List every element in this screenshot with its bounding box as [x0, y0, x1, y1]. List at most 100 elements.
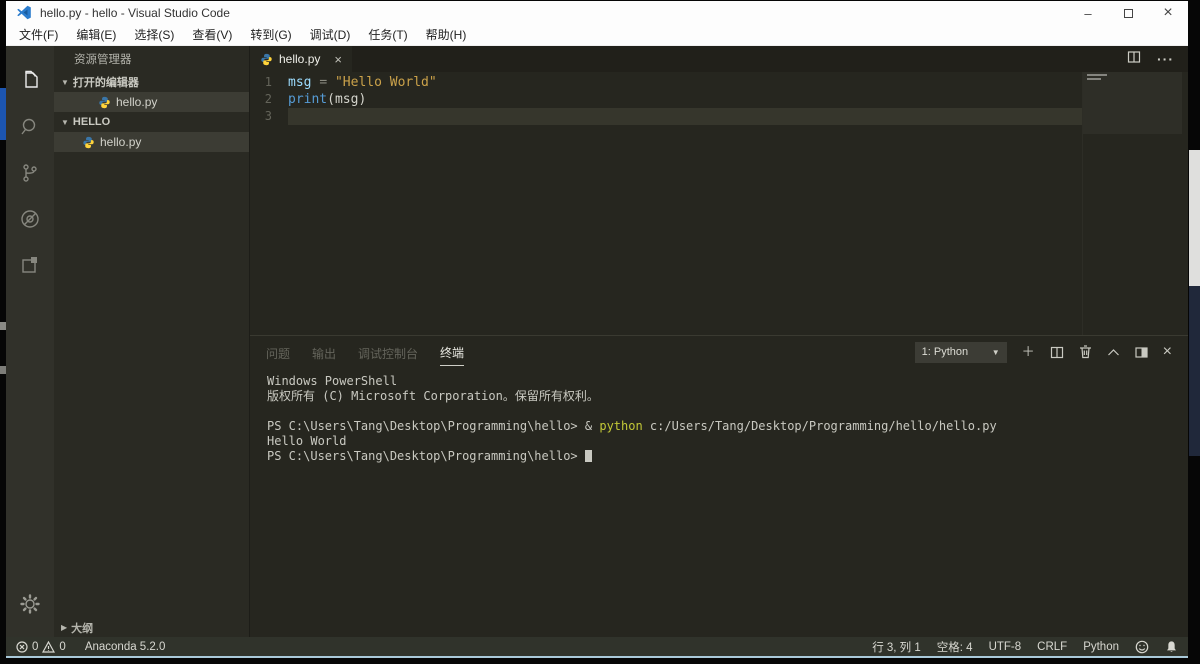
- status-item[interactable]: UTF-8: [989, 641, 1022, 653]
- menu-item-e[interactable]: 编辑(E): [67, 25, 125, 46]
- minimize-button[interactable]: –: [1068, 1, 1108, 25]
- outline-section[interactable]: ▶ 大纲: [54, 618, 249, 637]
- panel-tab[interactable]: 终端: [440, 338, 464, 366]
- panel-tabs: 问题输出调试控制台终端: [266, 338, 486, 366]
- menu-item-d[interactable]: 调试(D): [301, 25, 360, 46]
- line-content: msg = "Hello World": [288, 74, 1082, 91]
- problems-status[interactable]: 0 0: [16, 641, 66, 653]
- menu-bar: 文件(F)编辑(E)选择(S)查看(V)转到(G)调试(D)任务(T)帮助(H): [6, 25, 1188, 46]
- toggle-panel-icon[interactable]: [1135, 347, 1148, 358]
- debug-icon[interactable]: [6, 196, 54, 242]
- open-editors-section[interactable]: ▼ 打开的编辑器: [54, 72, 249, 92]
- desktop-fragment: [1189, 286, 1200, 456]
- menu-item-h[interactable]: 帮助(H): [417, 25, 476, 46]
- line-content: [288, 108, 1082, 125]
- tab-close-icon[interactable]: ×: [334, 52, 342, 67]
- menu-item-f[interactable]: 文件(F): [10, 25, 67, 46]
- maximize-panel-chevron-icon[interactable]: [1107, 348, 1120, 357]
- tab-hello-py[interactable]: hello.py ×: [250, 46, 352, 72]
- line-number: 1: [250, 74, 288, 91]
- open-editor-item-hello-py[interactable]: hello.py: [54, 92, 249, 112]
- status-item[interactable]: 行 3, 列 1: [872, 639, 921, 655]
- menu-item-v[interactable]: 查看(V): [183, 25, 241, 46]
- desktop-fragment: [1189, 150, 1200, 286]
- status-item[interactable]: 空格: 4: [937, 639, 973, 655]
- new-terminal-icon[interactable]: ＋: [1022, 345, 1035, 359]
- tree-item-hello-py[interactable]: hello.py: [54, 132, 249, 152]
- menu-item-g[interactable]: 转到(G): [241, 25, 300, 46]
- minimap[interactable]: [1082, 72, 1182, 335]
- line-number: 2: [250, 91, 288, 108]
- folder-label: HELLO: [73, 116, 110, 128]
- maximize-icon: [1124, 9, 1133, 18]
- terminal-line: Hello World: [267, 434, 1188, 449]
- more-actions-icon[interactable]: ···: [1157, 51, 1174, 67]
- panel-tab[interactable]: 问题: [266, 339, 290, 366]
- status-left: 0 0 Anaconda 5.2.0: [16, 641, 165, 653]
- panel-tab[interactable]: 调试控制台: [358, 339, 418, 366]
- settings-gear-icon[interactable]: [6, 581, 54, 627]
- activity-bar: [6, 46, 54, 637]
- editor-actions: ···: [1127, 46, 1188, 72]
- split-terminal-icon[interactable]: [1050, 346, 1064, 359]
- error-count: 0: [32, 641, 38, 653]
- minimap-slider[interactable]: [1083, 72, 1182, 134]
- line-number: 3: [250, 108, 288, 125]
- sidebar-explorer: 资源管理器 ▼ 打开的编辑器 hello.py ▼ HELLO: [54, 46, 250, 637]
- split-editor-icon[interactable]: [1127, 50, 1141, 69]
- panel-tab[interactable]: 输出: [312, 339, 336, 366]
- folder-section-hello[interactable]: ▼ HELLO: [54, 112, 249, 132]
- file-label: hello.py: [116, 95, 157, 109]
- menu-item-s[interactable]: 选择(S): [125, 25, 183, 46]
- feedback-smiley-icon[interactable]: [1135, 640, 1149, 654]
- extensions-icon[interactable]: [6, 242, 54, 288]
- terminal-select[interactable]: 1: Python ▼: [915, 342, 1007, 363]
- code-editor[interactable]: 1msg = "Hello World"2print(msg)3: [250, 72, 1188, 335]
- terminal-line: 版权所有 (C) Microsoft Corporation。保留所有权利。: [267, 389, 1188, 404]
- open-editors-label: 打开的编辑器: [73, 74, 139, 90]
- terminal-line: PS C:\Users\Tang\Desktop\Programming\hel…: [267, 419, 1188, 434]
- maximize-button[interactable]: [1108, 1, 1148, 25]
- editor-group: hello.py × ··· 1msg = "Hello World"2prin…: [250, 46, 1188, 637]
- terminal-line: PS C:\Users\Tang\Desktop\Programming\hel…: [267, 449, 1188, 464]
- chevron-expanded-icon: ▼: [61, 78, 69, 87]
- close-button[interactable]: ×: [1148, 1, 1188, 25]
- menu-item-t[interactable]: 任务(T): [359, 25, 416, 46]
- chevron-collapsed-icon: ▶: [61, 623, 67, 632]
- search-icon[interactable]: [6, 104, 54, 150]
- status-item[interactable]: Python: [1083, 641, 1119, 653]
- kill-terminal-trash-icon[interactable]: [1079, 345, 1092, 359]
- bottom-panel: 问题输出调试控制台终端 1: Python ▼ ＋: [250, 335, 1188, 637]
- tab-bar: hello.py × ···: [250, 46, 1188, 72]
- terminal-select-value: 1: Python: [922, 346, 968, 358]
- close-panel-icon[interactable]: ×: [1163, 345, 1172, 359]
- vscode-logo-icon: [16, 5, 32, 21]
- vscode-window: hello.py - hello - Visual Studio Code – …: [6, 1, 1188, 658]
- sidebar-title: 资源管理器: [54, 46, 249, 72]
- error-icon: [16, 641, 28, 653]
- terminal-actions: 1: Python ▼ ＋: [915, 342, 1188, 363]
- screen: hello.py - hello - Visual Studio Code – …: [0, 0, 1200, 664]
- outline-label: 大纲: [71, 620, 93, 636]
- panel-header: 问题输出调试控制台终端 1: Python ▼ ＋: [250, 336, 1188, 368]
- status-bar: 0 0 Anaconda 5.2.0 行 3, 列 1 空格: 4 UTF-8 CRL…: [6, 637, 1188, 656]
- explorer-icon[interactable]: [6, 58, 54, 104]
- notifications-bell-icon[interactable]: [1165, 640, 1178, 654]
- window-title: hello.py - hello - Visual Studio Code: [40, 6, 230, 20]
- status-right-items: 行 3, 列 1 空格: 4 UTF-8 CRLF Python: [872, 639, 1119, 655]
- terminal-output[interactable]: Windows PowerShell版权所有 (C) Microsoft Cor…: [250, 368, 1188, 637]
- status-item[interactable]: CRLF: [1037, 641, 1067, 653]
- python-file-icon: [98, 96, 111, 109]
- source-control-icon[interactable]: [6, 150, 54, 196]
- code-line[interactable]: 3: [250, 108, 1188, 125]
- terminal-line: [267, 404, 1188, 419]
- terminal-cursor: [585, 450, 592, 462]
- python-file-icon: [260, 53, 273, 66]
- warning-count: 0: [59, 641, 65, 653]
- code-line[interactable]: 2print(msg): [250, 91, 1188, 108]
- status-right: 行 3, 列 1 空格: 4 UTF-8 CRLF Python: [872, 639, 1178, 655]
- warning-icon: [42, 641, 55, 653]
- chevron-expanded-icon: ▼: [61, 118, 69, 127]
- anaconda-status[interactable]: Anaconda 5.2.0: [85, 641, 166, 653]
- code-line[interactable]: 1msg = "Hello World": [250, 74, 1188, 91]
